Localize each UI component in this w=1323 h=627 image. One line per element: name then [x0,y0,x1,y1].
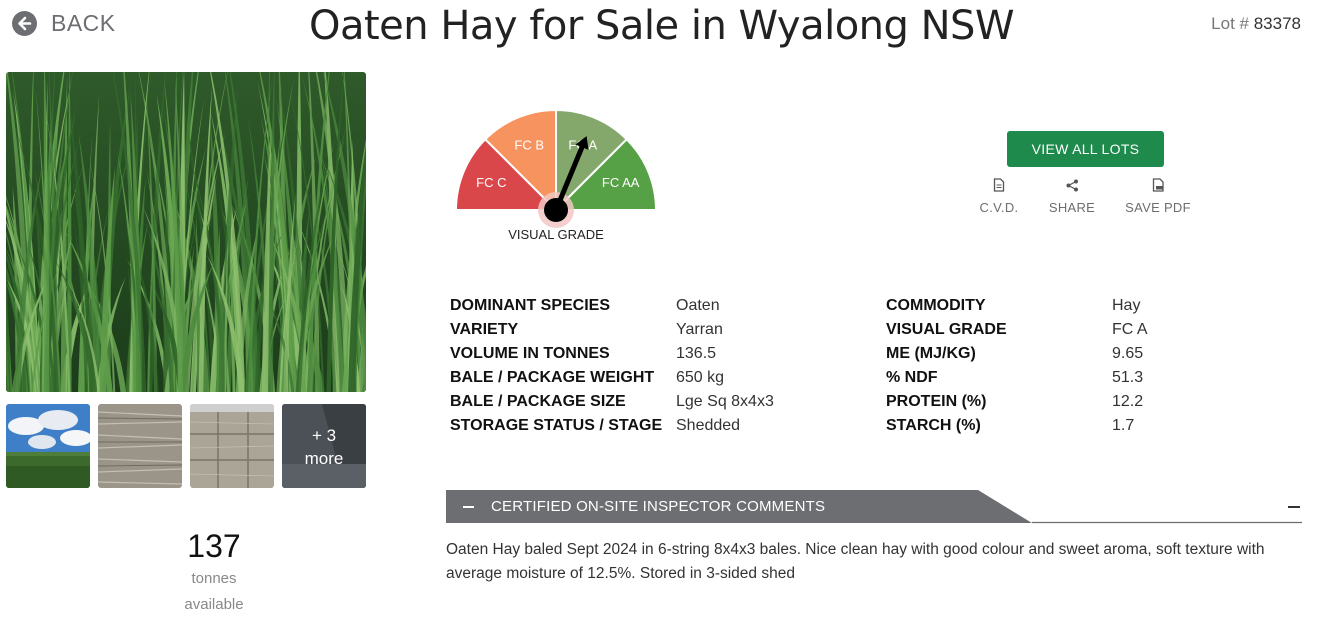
spec-value: FC A [1112,321,1148,338]
gauge-segment-label: FC B [514,137,544,152]
page-header: BACK Oaten Hay for Sale in Wyalong NSW L… [0,0,1323,60]
spec-label: PROTEIN (%) [886,393,987,410]
view-all-lots-button[interactable]: VIEW ALL LOTS [1007,131,1164,167]
more-word: more [304,449,344,468]
spec-value: 12.2 [1112,393,1144,410]
cvd-label: C.V.D. [979,200,1019,215]
lot-value: 83378 [1253,14,1301,33]
tonnes-unit: tonnes [191,570,237,587]
gauge-caption: VISUAL GRADE [508,227,604,242]
collapse-toggle-icon[interactable] [1288,506,1300,508]
comments-title: CERTIFIED ON-SITE INSPECTOR COMMENTS [491,498,826,515]
spec-label: VOLUME IN TONNES [450,345,610,362]
spec-value: 650 kg [676,369,725,386]
spec-value: Oaten [676,297,720,314]
thumbnail-more[interactable]: + 3 more [282,404,366,488]
tonnes-status: available [184,596,244,613]
thumbnail-stacked-bales[interactable] [190,404,274,488]
spec-value: Lge Sq 8x4x3 [676,393,774,410]
share-button[interactable]: SHARE [1044,176,1100,215]
visual-grade-gauge: FC CFC BFC AFC AA [450,100,665,245]
collapse-minus-icon [463,506,474,508]
spec-value: 9.65 [1112,345,1144,362]
gauge-segment-label: FC AA [602,175,640,190]
availability-block: 137 tonnes available [144,528,284,617]
main-product-photo[interactable] [6,72,366,392]
share-label: SHARE [1048,200,1096,215]
lot-prefix: Lot # [1211,14,1249,33]
document-icon [974,176,1024,194]
spec-label: COMMODITY [886,297,986,314]
spec-label: BALE / PACKAGE SIZE [450,393,626,410]
spec-value: 1.7 [1112,417,1135,434]
spec-label: % NDF [886,369,938,386]
share-icon [1044,176,1100,194]
spec-value: 51.3 [1112,369,1144,386]
spec-value: Hay [1112,297,1141,314]
spec-value: Shedded [676,417,741,434]
more-photos-label: + 3 more [282,424,366,470]
spec-label: BALE / PACKAGE WEIGHT [450,369,655,386]
inspector-comments-text: Oaten Hay baled Sept 2024 in 6-string 8x… [446,541,1265,582]
spec-label: VISUAL GRADE [886,321,1007,338]
thumbnail-bale-closeup[interactable] [98,404,182,488]
spec-value: 136.5 [676,345,717,362]
spec-value: Yarran [676,321,723,338]
tonnes-amount: 137 [187,528,241,564]
spec-label: STARCH (%) [886,417,981,434]
pdf-icon [1120,176,1196,194]
gauge-hub [544,198,568,222]
lot-number: Lot # 83378 [1211,14,1301,34]
save-pdf-button[interactable]: SAVE PDF [1120,176,1196,215]
gauge-segment-label: FC C [476,175,506,190]
more-count: + 3 [311,426,337,445]
page-title: Oaten Hay for Sale in Wyalong NSW [308,3,1015,49]
spec-label: STORAGE STATUS / STAGE [450,417,663,434]
save-pdf-label: SAVE PDF [1125,200,1191,215]
cvd-button[interactable]: C.V.D. [974,176,1024,215]
spec-label: DOMINANT SPECIES [450,297,611,314]
spec-label: ME (MJ/KG) [886,345,976,362]
spec-label: VARIETY [450,321,519,338]
thumbnail-strip: + 3 more [6,404,366,488]
thumbnail-paddock[interactable] [6,404,90,488]
